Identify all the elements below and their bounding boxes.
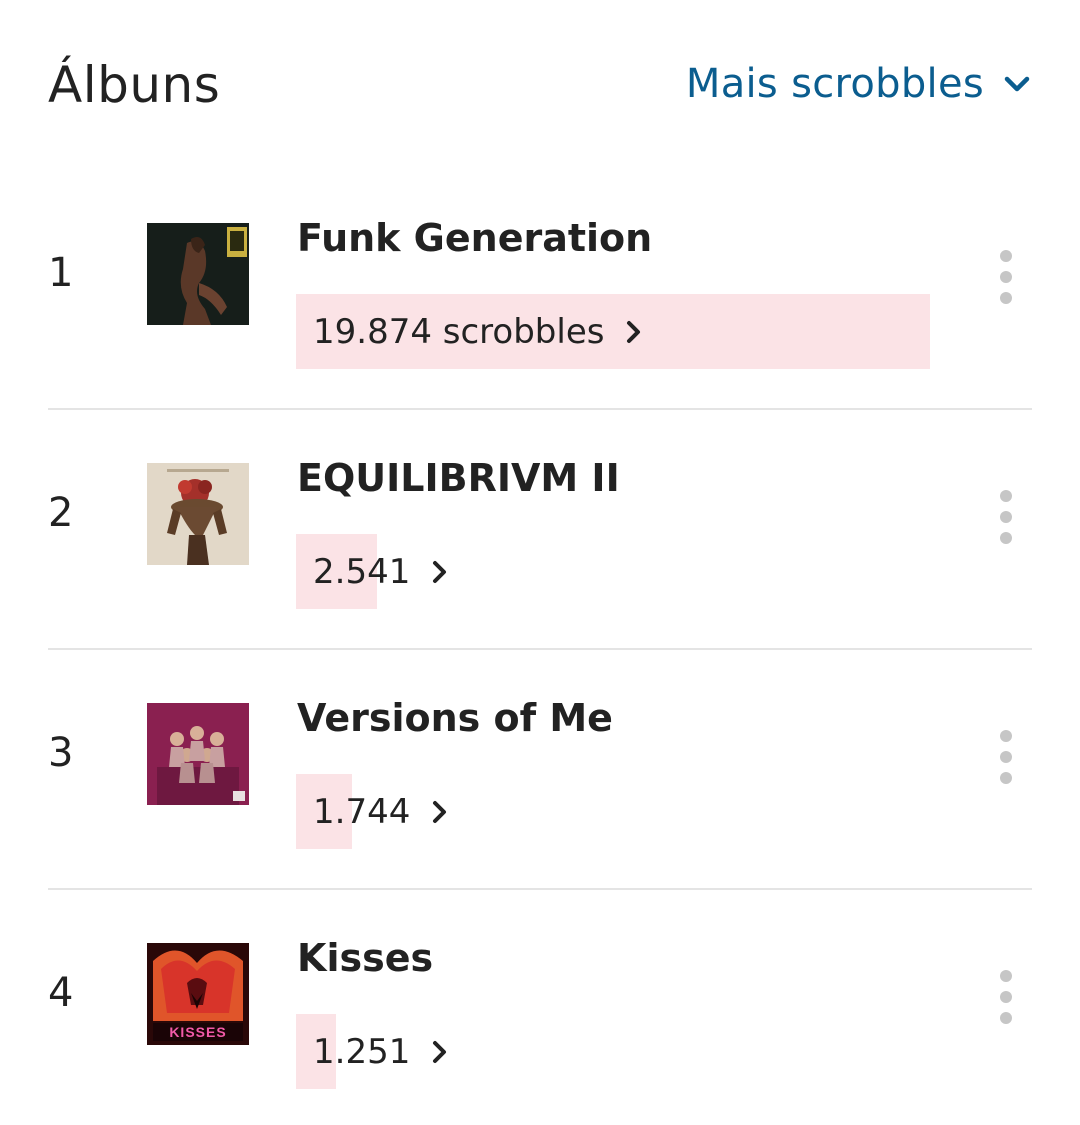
more-options-icon[interactable] (992, 730, 1020, 786)
chevron-down-icon (1004, 76, 1030, 92)
scrobble-count-wrap: 1.744 (313, 774, 450, 849)
album-cover-funk-generation[interactable] (147, 223, 249, 325)
scrobble-count-wrap: 19.874 scrobbles (313, 294, 644, 369)
scrobble-link[interactable]: 2.541 (296, 534, 930, 609)
kisses-logo: KISSES (169, 1024, 226, 1040)
scrobble-count-wrap: 1.251 (313, 1014, 450, 1089)
album-list: 1 Funk Generation 19.874 scrobbles 2 EQU… (48, 170, 1032, 1125)
album-rank: 1 (48, 250, 74, 296)
album-row: 3 Versions of Me 1.744 (48, 650, 1032, 890)
scrobble-link[interactable]: 19.874 scrobbles (296, 294, 930, 369)
album-title[interactable]: EQUILIBRIVM II (297, 456, 620, 500)
scrobble-count-wrap: 2.541 (313, 534, 450, 609)
scrobble-count: 1.251 (313, 1031, 411, 1072)
album-row: 4 KISSES Kisses 1.251 (48, 890, 1032, 1125)
more-options-icon[interactable] (992, 490, 1020, 546)
scrobble-link[interactable]: 1.744 (296, 774, 930, 849)
albums-header: Álbuns Mais scrobbles (48, 52, 1032, 122)
albums-page: Álbuns Mais scrobbles 1 Funk Generation … (0, 0, 1080, 1125)
album-title[interactable]: Funk Generation (297, 216, 652, 260)
section-title: Álbuns (48, 56, 221, 114)
scrobble-count: 2.541 (313, 551, 411, 592)
scrobble-link[interactable]: 1.251 (296, 1014, 930, 1089)
scrobble-count: 19.874 scrobbles (313, 311, 605, 352)
album-cover-versions-of-me[interactable] (147, 703, 249, 805)
more-options-icon[interactable] (992, 970, 1020, 1026)
chevron-right-icon (627, 320, 641, 343)
more-options-icon[interactable] (992, 250, 1020, 306)
chevron-right-icon (433, 560, 447, 583)
sort-label: Mais scrobbles (685, 61, 984, 107)
chevron-right-icon (433, 1040, 447, 1063)
album-row: 1 Funk Generation 19.874 scrobbles (48, 170, 1032, 410)
album-rank: 3 (48, 730, 74, 776)
chevron-right-icon (433, 800, 447, 823)
album-title[interactable]: Versions of Me (297, 696, 613, 740)
svg-text:KISSES: KISSES (169, 1024, 226, 1040)
album-rank: 4 (48, 970, 74, 1016)
album-row: 2 EQUILIBRIVM II 2.541 (48, 410, 1032, 650)
scrobble-count: 1.744 (313, 791, 411, 832)
sort-dropdown[interactable]: Mais scrobbles (686, 58, 1032, 110)
album-cover-kisses[interactable]: KISSES (147, 943, 249, 1045)
album-cover-equilibrivm-ii[interactable] (147, 463, 249, 565)
album-rank: 2 (48, 490, 74, 536)
album-title[interactable]: Kisses (297, 936, 433, 980)
